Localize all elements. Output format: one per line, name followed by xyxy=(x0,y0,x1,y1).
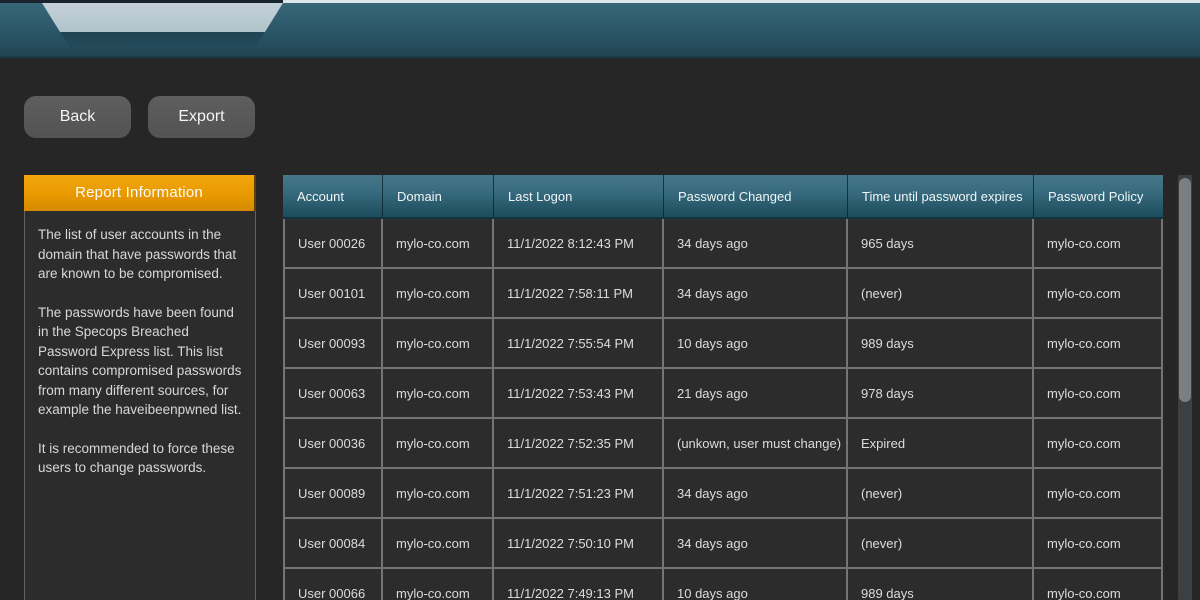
report-information-panel: Report Information The list of user acco… xyxy=(24,175,256,600)
cell-password-changed: 34 days ago xyxy=(664,269,848,317)
cell-password-changed: 34 days ago xyxy=(664,469,848,517)
cell-domain: mylo-co.com xyxy=(383,569,494,600)
cell-password-changed: 10 days ago xyxy=(664,319,848,367)
cell-domain: mylo-co.com xyxy=(383,419,494,467)
column-header-password-policy[interactable]: Password Policy xyxy=(1034,175,1163,217)
cell-time-until-expires: Expired xyxy=(848,419,1034,467)
table-row[interactable]: User 00026 mylo-co.com 11/1/2022 8:12:43… xyxy=(285,219,1161,269)
cell-account: User 00089 xyxy=(285,469,383,517)
report-information-body: The list of user accounts in the domain … xyxy=(24,211,256,600)
table-body: User 00026 mylo-co.com 11/1/2022 8:12:43… xyxy=(283,219,1163,600)
top-banner xyxy=(0,0,1200,58)
vertical-scrollbar-thumb[interactable] xyxy=(1179,178,1191,402)
cell-account: User 00093 xyxy=(285,319,383,367)
column-header-password-changed[interactable]: Password Changed xyxy=(664,175,848,217)
cell-time-until-expires: (never) xyxy=(848,519,1034,567)
table-row[interactable]: User 00093 mylo-co.com 11/1/2022 7:55:54… xyxy=(285,319,1161,369)
cell-password-changed: 21 days ago xyxy=(664,369,848,417)
cell-password-policy: mylo-co.com xyxy=(1034,369,1161,417)
cell-account: User 00084 xyxy=(285,519,383,567)
cell-password-policy: mylo-co.com xyxy=(1034,519,1161,567)
cell-time-until-expires: 989 days xyxy=(848,569,1034,600)
report-description-paragraph: The passwords have been found in the Spe… xyxy=(38,303,242,420)
cell-last-logon: 11/1/2022 7:53:43 PM xyxy=(494,369,664,417)
table-row[interactable]: User 00036 mylo-co.com 11/1/2022 7:52:35… xyxy=(285,419,1161,469)
cell-domain: mylo-co.com xyxy=(383,319,494,367)
column-header-domain[interactable]: Domain xyxy=(383,175,494,217)
cell-last-logon: 11/1/2022 7:52:35 PM xyxy=(494,419,664,467)
table-header-row: Account Domain Last Logon Password Chang… xyxy=(283,175,1163,219)
cell-time-until-expires: 989 days xyxy=(848,319,1034,367)
report-description-paragraph: It is recommended to force these users t… xyxy=(38,439,242,478)
cell-domain: mylo-co.com xyxy=(383,369,494,417)
cell-password-policy: mylo-co.com xyxy=(1034,569,1161,600)
column-header-last-logon[interactable]: Last Logon xyxy=(494,175,664,217)
table-row[interactable]: User 00084 mylo-co.com 11/1/2022 7:50:10… xyxy=(285,519,1161,569)
table-row[interactable]: User 00066 mylo-co.com 11/1/2022 7:49:13… xyxy=(285,569,1161,600)
cell-last-logon: 11/1/2022 7:55:54 PM xyxy=(494,319,664,367)
cell-password-changed: 10 days ago xyxy=(664,569,848,600)
report-information-title: Report Information xyxy=(24,175,256,211)
cell-account: User 00066 xyxy=(285,569,383,600)
export-button[interactable]: Export xyxy=(148,96,255,138)
cell-last-logon: 11/1/2022 7:50:10 PM xyxy=(494,519,664,567)
table-row[interactable]: User 00063 mylo-co.com 11/1/2022 7:53:43… xyxy=(285,369,1161,419)
cell-last-logon: 11/1/2022 7:58:11 PM xyxy=(494,269,664,317)
column-header-time-until-expires[interactable]: Time until password expires xyxy=(848,175,1034,217)
topbar-highlight-line xyxy=(283,0,1200,3)
table-row[interactable]: User 00101 mylo-co.com 11/1/2022 7:58:11… xyxy=(285,269,1161,319)
cell-account: User 00026 xyxy=(285,219,383,267)
back-button[interactable]: Back xyxy=(24,96,131,138)
breached-accounts-table: Account Domain Last Logon Password Chang… xyxy=(283,175,1163,600)
cell-password-policy: mylo-co.com xyxy=(1034,419,1161,467)
column-header-account[interactable]: Account xyxy=(283,175,383,217)
cell-password-policy: mylo-co.com xyxy=(1034,269,1161,317)
report-description-paragraph: The list of user accounts in the domain … xyxy=(38,225,242,284)
cell-password-changed: (unkown, user must change) xyxy=(664,419,848,467)
cell-password-policy: mylo-co.com xyxy=(1034,469,1161,517)
cell-password-policy: mylo-co.com xyxy=(1034,319,1161,367)
cell-password-changed: 34 days ago xyxy=(664,519,848,567)
cell-last-logon: 11/1/2022 7:51:23 PM xyxy=(494,469,664,517)
cell-domain: mylo-co.com xyxy=(383,519,494,567)
table-row[interactable]: User 00089 mylo-co.com 11/1/2022 7:51:23… xyxy=(285,469,1161,519)
app-tab-shape xyxy=(42,3,283,32)
cell-domain: mylo-co.com xyxy=(383,469,494,517)
report-screen: Back Export Report Information The list … xyxy=(0,0,1200,600)
cell-last-logon: 11/1/2022 8:12:43 PM xyxy=(494,219,664,267)
cell-time-until-expires: (never) xyxy=(848,269,1034,317)
cell-last-logon: 11/1/2022 7:49:13 PM xyxy=(494,569,664,600)
cell-domain: mylo-co.com xyxy=(383,269,494,317)
cell-account: User 00036 xyxy=(285,419,383,467)
cell-time-until-expires: 965 days xyxy=(848,219,1034,267)
cell-domain: mylo-co.com xyxy=(383,219,494,267)
app-tab-shadow xyxy=(42,32,283,49)
cell-time-until-expires: 978 days xyxy=(848,369,1034,417)
cell-account: User 00101 xyxy=(285,269,383,317)
cell-time-until-expires: (never) xyxy=(848,469,1034,517)
topbar-dark-notch xyxy=(0,0,283,3)
cell-account: User 00063 xyxy=(285,369,383,417)
cell-password-changed: 34 days ago xyxy=(664,219,848,267)
cell-password-policy: mylo-co.com xyxy=(1034,219,1161,267)
